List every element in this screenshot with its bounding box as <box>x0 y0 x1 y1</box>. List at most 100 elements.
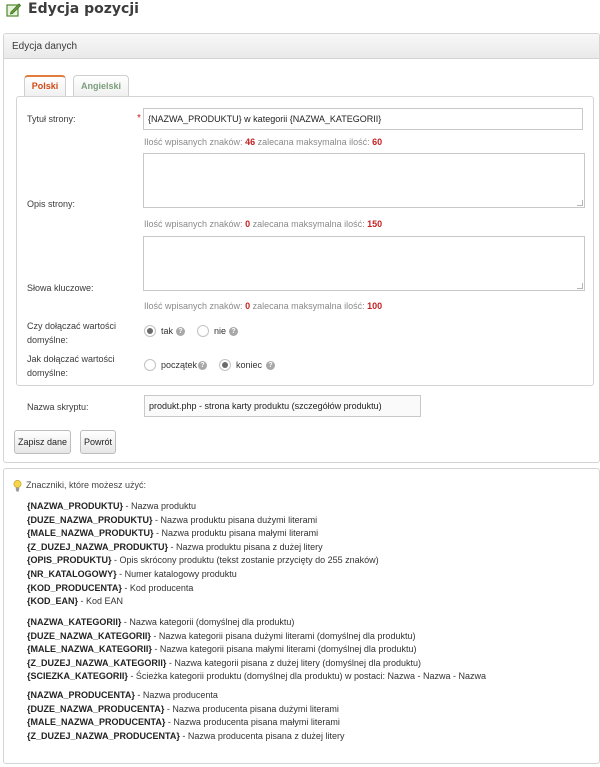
tag-code: {Z_DUZEJ_NAZWA_PRODUKTU} <box>27 541 169 552</box>
tag-item: {DUZE_NAZWA_PRODUKTU} - Nazwa produktu p… <box>27 515 317 525</box>
tag-description: - Nazwa kategorii pisana z dużej litery … <box>166 657 421 668</box>
radio-how-end[interactable] <box>219 359 231 371</box>
tab-angielski[interactable]: Angielski <box>73 75 129 97</box>
counter-middle: zalecana maksymalna ilość: <box>252 301 365 311</box>
counter-max: 150 <box>367 219 383 229</box>
tag-item: {Z_DUZEJ_NAZWA_PRODUCENTA} - Nazwa produ… <box>27 731 344 741</box>
counter-middle: zalecana maksymalna ilość: <box>257 137 370 147</box>
default-question-line1: Czy dołączać wartości <box>27 321 117 331</box>
tag-description: - Kod producenta <box>121 582 194 593</box>
keywords-label: Słowa kluczowe: <box>27 283 94 293</box>
description-label: Opis strony: <box>27 199 76 209</box>
help-icon[interactable]: ? <box>229 327 238 336</box>
tag-item: {KOD_PRODUCENTA} - Kod producenta <box>27 583 193 593</box>
back-button[interactable]: Powrót <box>80 430 116 454</box>
counter-prefix: Ilość wpisanych znaków: <box>144 137 243 147</box>
radio-default-yes[interactable] <box>144 325 156 337</box>
tag-item: {NAZWA_PRODUKTU} - Nazwa produktu <box>27 501 196 511</box>
keywords-textarea[interactable] <box>143 236 585 291</box>
required-marker: * <box>137 113 141 124</box>
radio-default-no-label[interactable]: nie <box>214 326 226 336</box>
tag-description: - Nazwa producenta <box>134 690 218 700</box>
tag-code: {SCIEZKA_KATEGORII} <box>27 671 128 682</box>
tag-description: - Numer katalogowy produktu <box>116 569 237 579</box>
radio-default-yes-label[interactable]: tak <box>161 326 173 336</box>
tag-code: {MALE_NAZWA_PRODUCENTA} <box>27 717 166 728</box>
tag-code: {MALE_NAZWA_KATEGORII} <box>27 644 152 655</box>
tag-item: {SCIEZKA_KATEGORII} - Ścieżka kategorii … <box>27 671 486 681</box>
tag-description: - Nazwa producenta pisana z dużej litery <box>179 730 345 741</box>
tag-item: {MALE_NAZWA_KATEGORII} - Nazwa kategorii… <box>27 644 416 654</box>
title-char-counter: Ilość wpisanych znaków: 46 zalecana maks… <box>144 137 382 147</box>
default-question-line2: domyślne: <box>27 335 69 345</box>
info-title: Znaczniki, które możesz użyć: <box>26 480 147 490</box>
tag-code: {NAZWA_PRODUCENTA} <box>27 690 135 700</box>
tag-item: {DUZE_NAZWA_PRODUCENTA} - Nazwa producen… <box>27 704 339 714</box>
resize-grip-icon[interactable] <box>577 283 583 289</box>
counter-max: 100 <box>367 301 383 311</box>
radio-how-start[interactable] <box>144 359 156 371</box>
counter-count: 46 <box>245 137 256 147</box>
tag-description: - Ścieżka kategorii produktu (domyślnej … <box>127 671 487 682</box>
tag-item: {MALE_NAZWA_PRODUCENTA} - Nazwa producen… <box>27 717 340 727</box>
help-icon[interactable]: ? <box>198 361 207 370</box>
script-name-field: produkt.php - strona karty produktu (szc… <box>144 395 421 417</box>
help-icon[interactable]: ? <box>176 327 185 336</box>
tag-description: - Nazwa produktu pisana dużymi literami <box>152 514 318 525</box>
counter-prefix: Ilość wpisanych znaków: <box>144 219 243 229</box>
tag-code: {DUZE_NAZWA_PRODUCENTA} <box>27 703 165 714</box>
tag-item: {DUZE_NAZWA_KATEGORII} - Nazwa kategorii… <box>27 631 415 641</box>
lightbulb-icon <box>13 480 22 492</box>
panel-title: Edycja danych <box>12 41 78 52</box>
tag-item: {KOD_EAN} - Kod EAN <box>27 596 123 606</box>
page-title-input[interactable]: {NAZWA_PRODUKTU} w kategorii {NAZWA_KATE… <box>143 108 583 130</box>
title-label: Tytuł strony: <box>27 114 76 124</box>
tag-code: {Z_DUZEJ_NAZWA_PRODUCENTA} <box>27 730 180 741</box>
tag-description: - Nazwa produktu pisana z dużej litery <box>168 541 323 552</box>
tag-code: {Z_DUZEJ_NAZWA_KATEGORII} <box>27 657 167 668</box>
counter-count: 0 <box>245 301 251 311</box>
description-textarea[interactable] <box>143 153 585 208</box>
tag-code: {NAZWA_PRODUKTU} <box>27 501 124 511</box>
tag-code: {DUZE_NAZWA_PRODUKTU} <box>27 514 153 525</box>
tag-code: {MALE_NAZWA_PRODUKTU} <box>27 528 154 539</box>
description-char-counter: Ilość wpisanych znaków: 0 zalecana maksy… <box>144 219 382 229</box>
counter-max: 60 <box>372 137 383 147</box>
tag-item: {NAZWA_PRODUCENTA} - Nazwa producenta <box>27 690 218 700</box>
tag-description: - Kod EAN <box>78 596 124 607</box>
counter-count: 0 <box>245 219 251 229</box>
help-icon[interactable]: ? <box>266 361 275 370</box>
save-button[interactable]: Zapisz dane <box>14 430 71 454</box>
tag-item: {NR_KATALOGOWY} - Numer katalogowy produ… <box>27 569 237 579</box>
tag-description: - Nazwa producenta pisana dużymi literam… <box>164 703 339 714</box>
resize-grip-icon[interactable] <box>577 200 583 206</box>
how-question-line2: domyślne: <box>27 368 69 378</box>
edit-icon <box>6 3 21 17</box>
tab-polski[interactable]: Polski <box>24 75 66 97</box>
tag-item: {Z_DUZEJ_NAZWA_PRODUKTU} - Nazwa produkt… <box>27 542 323 552</box>
tag-description: - Opis skrócony produktu (tekst zostanie… <box>111 555 379 566</box>
page-title: Edycja pozycji <box>28 1 139 17</box>
tag-description: - Nazwa kategorii pisana małymi literami… <box>151 644 417 655</box>
tag-description: - Nazwa produktu <box>123 501 197 511</box>
tag-description: - Nazwa producenta pisana małymi literam… <box>165 717 340 728</box>
tag-description: - Nazwa produktu pisana małymi literami <box>153 528 319 539</box>
tag-code: {OPIS_PRODUKTU} <box>27 555 112 566</box>
radio-how-start-label[interactable]: początek <box>161 360 197 370</box>
tag-code: {KOD_PRODUCENTA} <box>27 582 122 593</box>
tag-code: {DUZE_NAZWA_KATEGORII} <box>27 630 151 641</box>
tag-code: {NAZWA_KATEGORII} <box>27 617 122 627</box>
counter-middle: zalecana maksymalna ilość: <box>252 219 365 229</box>
radio-how-end-label[interactable]: koniec <box>236 360 262 370</box>
tag-code: {KOD_EAN} <box>27 596 79 607</box>
page-header: Edycja pozycji <box>0 0 600 24</box>
tag-description: - Nazwa kategorii (domyślnej dla produkt… <box>121 617 295 627</box>
script-name-label: Nazwa skryptu: <box>27 402 89 412</box>
how-question-line1: Jak dołączać wartości <box>27 354 115 364</box>
tag-item: {Z_DUZEJ_NAZWA_KATEGORII} - Nazwa katego… <box>27 658 421 668</box>
tag-item: {MALE_NAZWA_PRODUKTU} - Nazwa produktu p… <box>27 528 318 538</box>
tag-item: {NAZWA_KATEGORII} - Nazwa kategorii (dom… <box>27 617 294 627</box>
tag-code: {NR_KATALOGOWY} <box>27 569 117 579</box>
counter-prefix: Ilość wpisanych znaków: <box>144 301 243 311</box>
radio-default-no[interactable] <box>197 325 209 337</box>
